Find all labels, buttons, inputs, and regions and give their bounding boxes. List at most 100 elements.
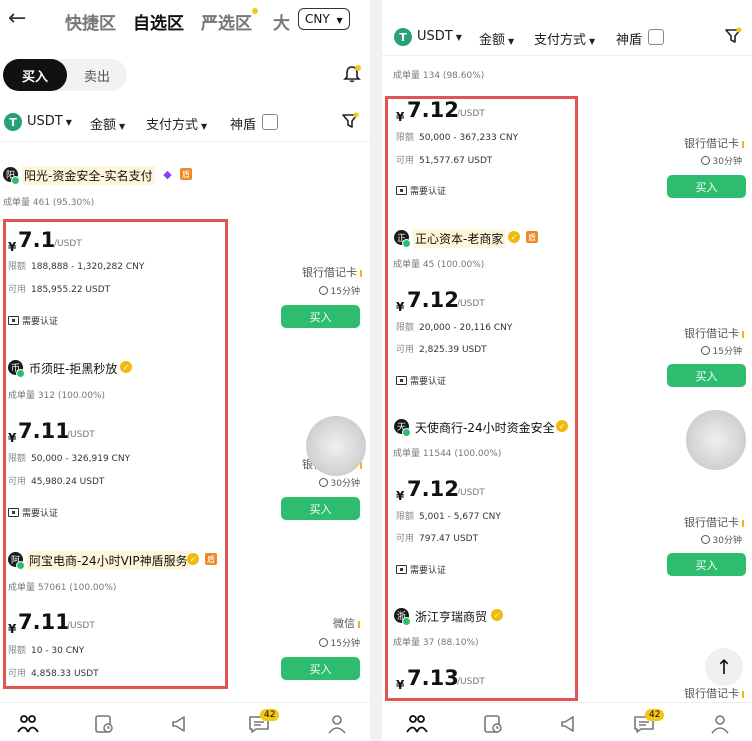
caret-down-icon: ▼ (336, 16, 343, 25)
back-arrow-icon[interactable]: ← (8, 6, 26, 31)
buy-button[interactable]: 买入 (667, 553, 746, 576)
tab-large[interactable]: 大 (273, 9, 290, 34)
currency-value: CNY (305, 12, 330, 26)
usdt-logo-icon: T (4, 113, 22, 131)
divider (382, 55, 752, 56)
chat-unread-badge: 42 (645, 709, 665, 721)
orders-stat: 成单量 37 (88.10%) (393, 638, 479, 648)
merchant-name[interactable]: 阳光-资金安全-实名支付 (22, 166, 155, 185)
amount-filter[interactable]: 金额 ▼ (90, 114, 125, 133)
time-limit: 30分钟 (672, 533, 742, 546)
payment-method: 银行借记卡 (290, 264, 362, 280)
limit-row: 限额 188,888 - 1,320,282 CNY (8, 262, 145, 272)
filter-icon[interactable] (341, 112, 359, 134)
scroll-to-top-icon[interactable]: ↑ (705, 648, 743, 686)
buy-button[interactable]: 买入 (667, 175, 746, 198)
shield-badge-icon: 盾 (205, 553, 217, 565)
verify-required: ▪ 需要认证 (8, 506, 58, 519)
right-screen: T USDT ▼ 金额 ▼ 支付方式 ▼ 神盾 成单量 134 (98.60%) ¥ … (382, 0, 752, 741)
limit-row: 限额 20,000 - 20,116 CNY (396, 323, 513, 333)
nav-p2p-icon[interactable] (16, 712, 40, 736)
gold-badge-icon: ✓ (187, 553, 199, 565)
merchant-name[interactable]: 正心资本-老商家 (413, 229, 506, 248)
nav-profile-icon[interactable] (708, 712, 732, 736)
price-unit: /USDT (457, 109, 485, 119)
merchant-name[interactable]: 浙江亨瑞商贸 (413, 607, 489, 626)
filter-icon[interactable] (724, 27, 742, 49)
buy-button[interactable]: 买入 (667, 364, 746, 387)
tab-strict[interactable]: 严选区 (201, 9, 252, 34)
nav-announce-icon[interactable] (168, 712, 192, 736)
clock-icon (318, 638, 328, 647)
currency-symbol: ¥ (396, 300, 405, 314)
currency-symbol: ¥ (8, 622, 17, 636)
amount-filter[interactable]: 金额 ▼ (479, 29, 514, 48)
nav-p2p-icon[interactable] (405, 712, 429, 736)
currency-symbol: ¥ (396, 678, 405, 692)
price: 7.12 (407, 477, 459, 501)
bell-icon[interactable] (342, 64, 362, 88)
floating-assistant-button[interactable] (306, 416, 366, 476)
nav-orders-icon[interactable] (481, 712, 505, 736)
currency-symbol: ¥ (8, 240, 17, 254)
price: 7.12 (407, 98, 459, 122)
panel-gap (370, 0, 382, 741)
merchant-name[interactable]: 阿宝电商-24小时VIP神盾服务 (27, 551, 190, 570)
limit-row: 限额 10 - 30 CNY (8, 646, 85, 656)
shield-checkbox[interactable] (648, 29, 664, 45)
nav-orders-icon[interactable] (92, 712, 116, 736)
price-unit: /USDT (67, 621, 95, 631)
merchant-name[interactable]: 天使商行-24小时资金安全 (413, 418, 557, 437)
buy-button[interactable]: 买入 (281, 305, 360, 328)
price-unit: /USDT (457, 677, 485, 687)
buy-button[interactable]: 买入 (281, 657, 360, 680)
currency-symbol: ¥ (396, 110, 405, 124)
verify-required: ▪ 需要认证 (396, 184, 446, 197)
shield-label: 神盾 (230, 118, 257, 133)
payment-method: 银行借记卡 (672, 514, 744, 530)
gold-badge-icon: ✓ (120, 361, 132, 373)
buy-button[interactable]: 买入 (281, 497, 360, 520)
limit-row: 限额 50,000 - 367,233 CNY (396, 133, 519, 143)
gold-badge-icon: ✓ (508, 231, 520, 243)
nav-profile-icon[interactable] (325, 712, 349, 736)
divider (0, 141, 370, 142)
gold-badge-icon: ✓ (556, 420, 568, 432)
shield-checkbox[interactable] (262, 114, 278, 130)
nav-announce-icon[interactable] (557, 712, 581, 736)
sell-toggle[interactable]: 卖出 (67, 59, 127, 91)
gold-badge-icon: ✓ (491, 609, 503, 621)
coin-filter[interactable]: USDT ▼ (417, 29, 462, 44)
tab-selected[interactable]: 自选区 (133, 9, 184, 34)
price: 7.12 (407, 288, 459, 312)
limit-row: 限额 50,000 - 326,919 CNY (8, 454, 131, 464)
currency-symbol: ¥ (396, 489, 405, 503)
coin-filter[interactable]: USDT ▼ (27, 114, 72, 129)
merchant-avatar: 币 (8, 360, 25, 378)
buy-toggle[interactable]: 买入 (3, 59, 67, 91)
time-limit: 15分钟 (290, 284, 360, 297)
price: 7.11 (18, 419, 70, 443)
currency-symbol: ¥ (8, 431, 17, 445)
clock-icon (700, 156, 710, 165)
time-limit: 15分钟 (290, 636, 360, 649)
verify-required: ▪ 需要认证 (396, 374, 446, 387)
price: 7.11 (18, 610, 70, 634)
clock-icon (318, 286, 328, 295)
time-limit: 30分钟 (290, 476, 360, 489)
price: 7.1 (18, 228, 56, 252)
currency-select[interactable]: CNY ▼ (298, 8, 350, 30)
usdt-logo-icon: T (394, 28, 412, 46)
available-row: 可用 797.47 USDT (396, 534, 479, 544)
merchant-name[interactable]: 币须旺-拒黑秒放 (27, 359, 119, 378)
merchant-avatar: 天 (394, 419, 411, 437)
clock-icon (700, 346, 710, 355)
orders-stat: 成单量 134 (98.60%) (393, 71, 485, 81)
payment-method: 微信 (288, 615, 360, 631)
payment-filter[interactable]: 支付方式 ▼ (146, 114, 207, 133)
floating-assistant-button[interactable] (686, 410, 746, 470)
left-screen: ← 快捷区 自选区 严选区 大 CNY ▼ 买入 卖出 T USDT ▼ 金额 ▼ … (0, 0, 370, 741)
tab-quick[interactable]: 快捷区 (65, 9, 116, 34)
payment-method: 银行借记卡 (672, 325, 744, 341)
payment-filter[interactable]: 支付方式 ▼ (534, 29, 595, 48)
